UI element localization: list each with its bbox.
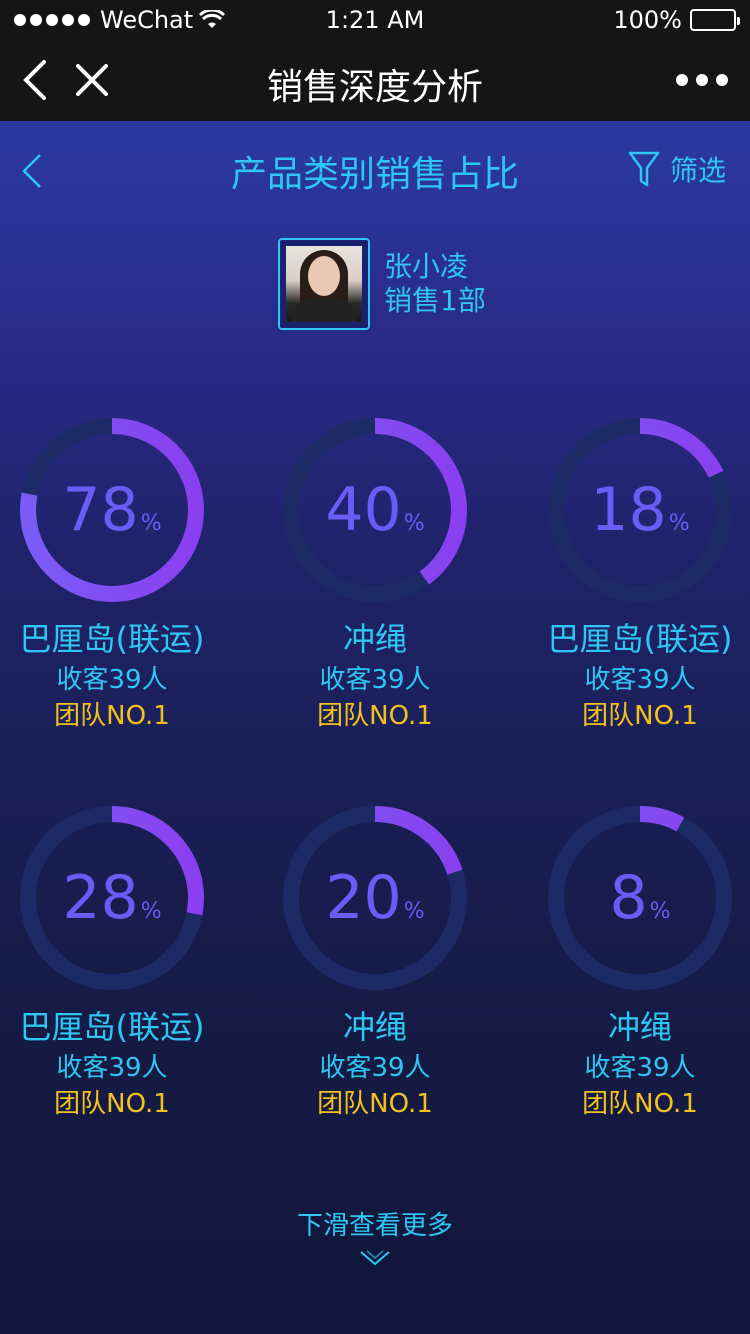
percent-unit: % — [668, 510, 690, 536]
percent-unit: % — [649, 898, 671, 924]
percent-unit: % — [403, 510, 425, 536]
progress-ring: 20% — [280, 803, 470, 993]
battery-icon — [690, 9, 740, 31]
team-rank: 团队NO.1 — [582, 701, 698, 731]
category-card[interactable]: 40% 冲绳收客39人团队NO.1 — [250, 415, 500, 733]
category-name: 冲绳 — [607, 1008, 672, 1046]
customer-count: 收客39人 — [584, 1053, 696, 1083]
category-card[interactable]: 28% 巴厘岛(联运) 收客39人团队NO.1 — [0, 803, 237, 1121]
team-rank: 团队NO.1 — [317, 701, 433, 731]
avatar-photo — [286, 246, 362, 322]
category-name: 巴厘岛(联运) — [19, 1008, 205, 1046]
percent-display: 18% — [545, 415, 735, 605]
customer-count: 收客39人 — [319, 665, 431, 695]
sub-header: 产品类别销售占比 筛选 — [0, 145, 750, 195]
percent-display: 8% — [545, 803, 735, 993]
percent-value: 78 — [62, 475, 139, 545]
team-rank: 团队NO.1 — [54, 701, 170, 731]
main-content: 产品类别销售占比 筛选 张小凌 销售1部 78% 巴厘岛(联运) 收客39人 团队NO… — [0, 121, 750, 1334]
profile-block: 张小凌 销售1部 — [278, 238, 486, 330]
nav-bar: 销售深度分析 — [0, 40, 750, 121]
progress-ring: 28% — [17, 803, 207, 993]
page-title: 销售深度分析 — [266, 67, 483, 108]
scroll-hint-label: 下滑查看更多 — [296, 1211, 453, 1241]
progress-ring: 40% — [280, 415, 470, 605]
percent-unit: % — [140, 898, 162, 924]
more-icon[interactable] — [676, 74, 728, 86]
category-name: 巴厘岛(联运) — [547, 620, 733, 658]
team-rank: 团队NO.1 — [582, 1089, 698, 1119]
category-card[interactable]: 8% 冲绳收客39人团队NO.1 — [515, 803, 750, 1121]
category-card[interactable]: 78% 巴厘岛(联运) 收客39人团队NO.1 — [0, 415, 237, 733]
percent-display: 78% — [17, 415, 207, 605]
customer-count: 收客39人 — [56, 665, 168, 695]
category-card[interactable]: 18% 巴厘岛(联运) 收客39人团队NO.1 — [515, 415, 750, 733]
chevron-down-icon — [360, 1250, 390, 1266]
filter-icon — [628, 151, 660, 187]
filter-button[interactable]: 筛选 — [628, 149, 726, 189]
percent-value: 20 — [325, 863, 402, 933]
team-rank: 团队NO.1 — [317, 1089, 433, 1119]
status-right: 100% — [613, 6, 740, 34]
progress-ring: 18% — [545, 415, 735, 605]
battery-percent: 100% — [613, 6, 682, 34]
profile-department: 销售1部 — [384, 284, 486, 317]
category-name: 冲绳 — [342, 1008, 407, 1046]
percent-display: 28% — [17, 803, 207, 993]
category-name: 巴厘岛(联运) — [19, 620, 205, 658]
category-name: 冲绳 — [342, 620, 407, 658]
progress-ring: 78% — [17, 415, 207, 605]
profile-info: 张小凌 销售1部 — [384, 250, 486, 318]
percent-unit: % — [403, 898, 425, 924]
team-rank: 团队NO.1 — [54, 1089, 170, 1119]
percent-display: 40% — [280, 415, 470, 605]
progress-ring: 8% — [545, 803, 735, 993]
customer-count: 收客39人 — [319, 1053, 431, 1083]
percent-value: 40 — [325, 475, 402, 545]
avatar[interactable] — [278, 238, 370, 330]
customer-count: 收客39人 — [56, 1053, 168, 1083]
customer-count: 收客39人 — [584, 665, 696, 695]
percent-value: 18 — [590, 475, 667, 545]
category-card[interactable]: 20% 冲绳收客39人团队NO.1 — [250, 803, 500, 1121]
scroll-hint[interactable]: 下滑查看更多 — [0, 1205, 750, 1268]
percent-value: 28 — [62, 863, 139, 933]
filter-label: 筛选 — [669, 154, 726, 187]
status-bar: WeChat 1:21 AM 100% — [0, 0, 750, 40]
percent-value: 8 — [609, 863, 648, 933]
percent-unit: % — [140, 510, 162, 536]
profile-name: 张小凌 — [384, 250, 469, 283]
percent-display: 20% — [280, 803, 470, 993]
